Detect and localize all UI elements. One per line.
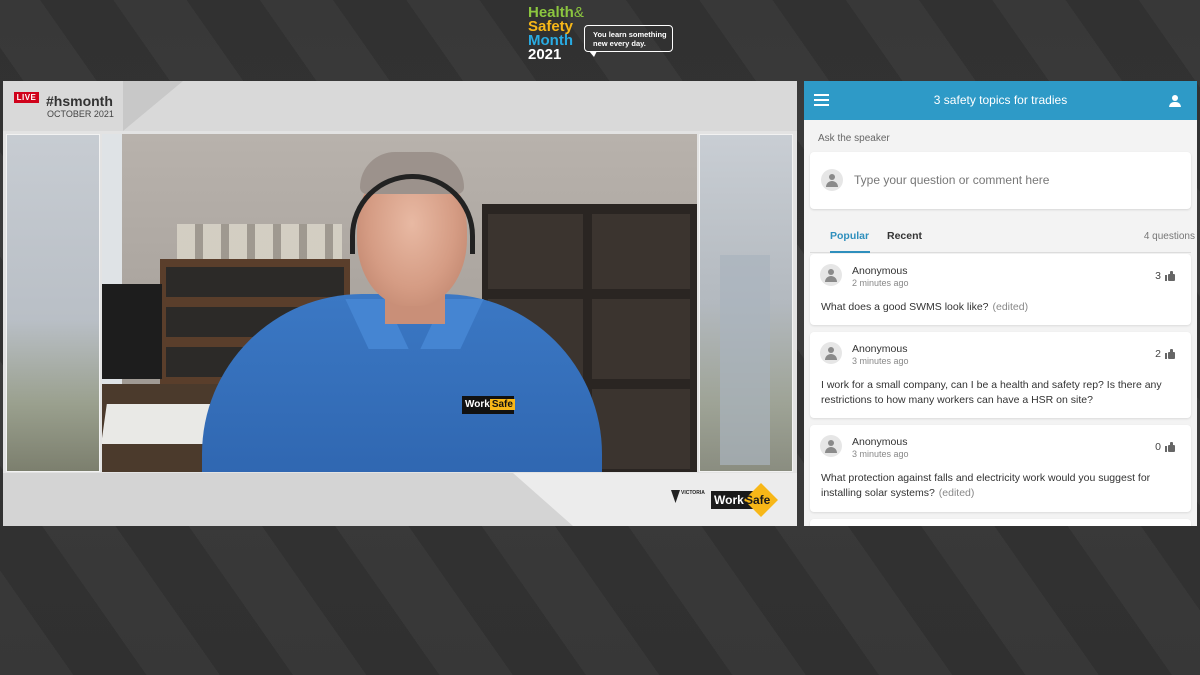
- logo-tagline: You learn something new every day.: [584, 25, 673, 57]
- monitor: [102, 284, 162, 379]
- video-top-band: [3, 81, 797, 131]
- video-stream-panel[interactable]: LIVE #hsmonth OCTOBER 2021 Work Safe VIC…: [3, 81, 797, 526]
- question-text: What protection against falls and electr…: [821, 472, 1151, 499]
- shelf-figurines: [177, 224, 342, 259]
- thumbs-up-icon[interactable]: [1165, 349, 1175, 359]
- video-side-blur-right: [699, 134, 793, 472]
- tab-popular[interactable]: Popular: [830, 230, 870, 253]
- vote-count: 2: [1155, 348, 1161, 360]
- question-author: Anonymous: [852, 265, 908, 277]
- thumbs-up-icon[interactable]: [1165, 271, 1175, 281]
- question-card[interactable]: Anonymous 3 minutes ago 0 What protectio…: [810, 425, 1191, 512]
- question-card[interactable]: [810, 519, 1191, 526]
- question-text: I work for a small company, can I be a h…: [821, 379, 1162, 406]
- question-composer[interactable]: [810, 152, 1191, 209]
- avatar-icon: [820, 342, 842, 364]
- avatar-icon: [821, 169, 843, 191]
- question-tabs: Popular Recent: [810, 225, 1191, 253]
- ask-speaker-label: Ask the speaker: [818, 133, 890, 144]
- user-profile-icon[interactable]: [1168, 94, 1182, 108]
- speaker-camera-feed: Work Safe: [102, 134, 697, 472]
- logo-line-year: 2021: [528, 46, 562, 63]
- edited-label: (edited): [938, 487, 975, 499]
- shirt-worksafe-logo: Work Safe: [462, 396, 515, 414]
- live-badge: LIVE: [14, 92, 39, 103]
- video-side-blur-left: [6, 134, 100, 472]
- question-text: What does a good SWMS look like? (edited): [821, 301, 1029, 313]
- question-time: 2 minutes ago: [852, 278, 909, 288]
- question-time: 3 minutes ago: [852, 356, 909, 366]
- event-hashtag: #hsmonth: [46, 93, 113, 109]
- tab-recent[interactable]: Recent: [887, 230, 922, 253]
- question-author: Anonymous: [852, 343, 908, 355]
- qa-panel: 3 safety topics for tradies Ask the spea…: [804, 81, 1197, 526]
- question-card[interactable]: Anonymous 3 minutes ago 2 I work for a s…: [810, 332, 1191, 418]
- qa-header: 3 safety topics for tradies: [804, 81, 1197, 120]
- question-count: 4 questions: [1143, 231, 1195, 242]
- question-input[interactable]: [854, 168, 1174, 192]
- qa-title: 3 safety topics for tradies: [933, 93, 1068, 107]
- vote-count: 3: [1155, 270, 1161, 282]
- question-card[interactable]: Anonymous 2 minutes ago 3 What does a go…: [810, 254, 1191, 325]
- avatar-icon: [820, 435, 842, 457]
- question-time: 3 minutes ago: [852, 449, 909, 459]
- thumbs-up-icon[interactable]: [1165, 442, 1175, 452]
- hamburger-menu-icon[interactable]: [814, 94, 829, 106]
- event-month: OCTOBER 2021: [47, 109, 114, 119]
- victoria-government-logo: VICTORIA: [671, 490, 705, 506]
- edited-label: (edited): [992, 301, 1029, 313]
- health-safety-month-logo: Health& Safety Month 2021 You learn some…: [528, 5, 678, 66]
- avatar-icon: [820, 264, 842, 286]
- worksafe-logo: Work Safe: [711, 483, 778, 517]
- vote-count: 0: [1155, 441, 1161, 453]
- question-author: Anonymous: [852, 436, 908, 448]
